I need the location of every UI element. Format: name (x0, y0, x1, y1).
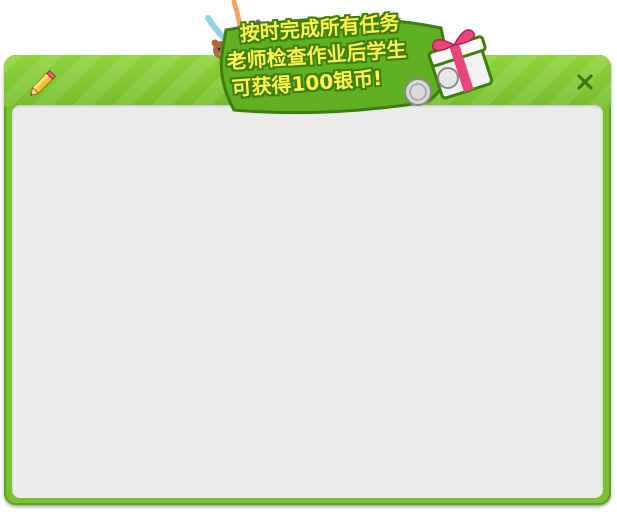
task-reward-dialog: 按时完成所有任务 老师检查作业后学生 可获得100银币! (0, 0, 617, 512)
pencil-icon (28, 67, 60, 97)
dialog-content-area (12, 105, 603, 498)
reward-banner-text: 按时完成所有任务 老师检查作业后学生 可获得100银币! (221, 6, 456, 103)
reward-banner: 按时完成所有任务 老师检查作业后学生 可获得100银币! (196, 0, 496, 125)
close-icon[interactable] (575, 72, 595, 92)
